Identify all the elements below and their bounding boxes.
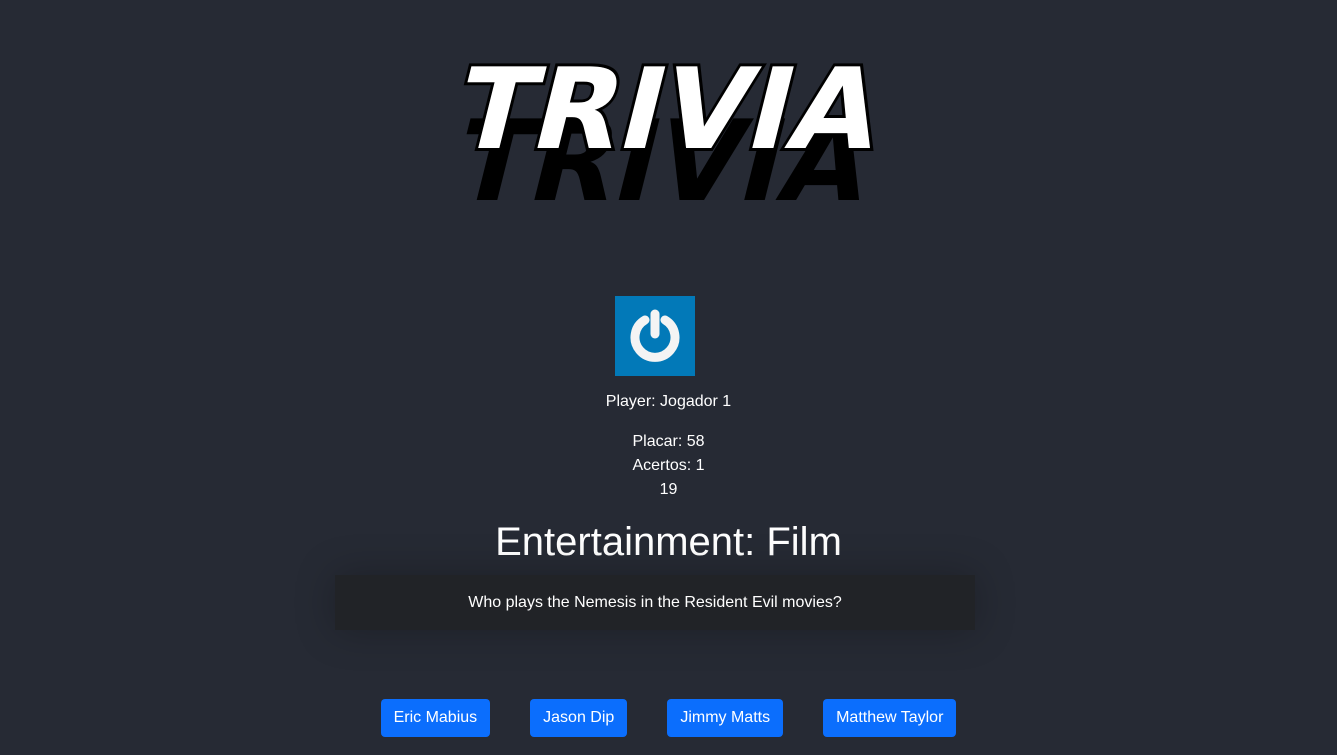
svg-text:TRIVIA: TRIVIA [444,50,885,175]
question-box: Who plays the Nemesis in the Resident Ev… [335,575,975,630]
player-name: Player: Jogador 1 [605,393,732,410]
power-icon [630,309,680,362]
player-avatar [615,296,695,376]
answer-options: Eric Mabius Jason Dip Jimmy Matts Matthe… [0,699,1337,737]
answer-button[interactable]: Jason Dip [530,699,628,737]
answer-button[interactable]: Eric Mabius [380,699,491,737]
answer-button[interactable]: Matthew Taylor [823,699,957,737]
correct-count: Acertos: 1 [632,457,705,474]
answer-button[interactable]: Jimmy Matts [667,699,784,737]
question-category: Entertainment: Film [495,520,842,564]
score: Placar: 58 [632,433,705,450]
question-text: Who plays the Nemesis in the Resident Ev… [468,593,842,611]
trivia-logo: TRIVIA TRIVIA [441,50,885,215]
timer: 19 [659,481,678,498]
